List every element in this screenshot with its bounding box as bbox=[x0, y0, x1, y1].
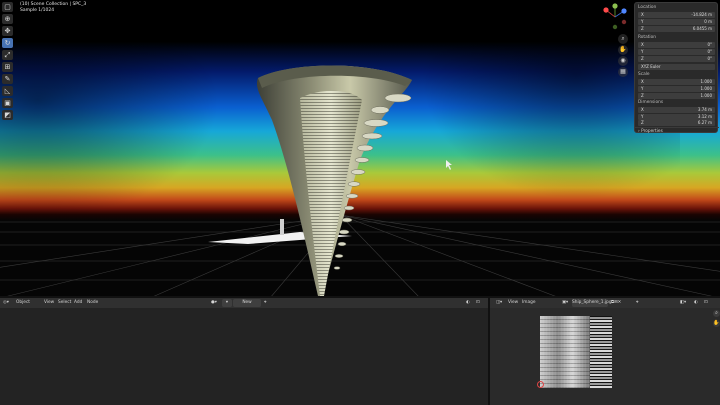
select-box-icon[interactable]: ▢ bbox=[2, 2, 13, 12]
overlay-icon[interactable]: ◐ bbox=[466, 300, 470, 306]
rotation-mode-select[interactable]: XYZ Euler bbox=[638, 64, 715, 70]
rotation-x-value: 0° bbox=[707, 42, 712, 47]
grid-icon[interactable]: ▦ bbox=[618, 67, 628, 77]
editor-type-icon[interactable]: ◎▾ bbox=[3, 300, 9, 306]
cursor-icon[interactable]: ⊕ bbox=[2, 14, 13, 24]
location-x-value: -14.824 m bbox=[691, 12, 712, 17]
item-properties-panel: Location X -14.824 m Y 0 m Z 6.0455 m Rotat… bbox=[634, 2, 719, 134]
rotation-y-field[interactable]: Y 0° bbox=[638, 49, 715, 55]
dimensions-x-field[interactable]: X 3.74 m bbox=[638, 107, 715, 113]
scale-z-field[interactable]: Z 1.000 bbox=[638, 93, 715, 99]
add-cube-icon[interactable]: ▣ bbox=[2, 98, 13, 108]
camera-icon[interactable]: ◉ bbox=[618, 56, 628, 66]
properties-section[interactable]: › Properties bbox=[635, 127, 719, 134]
menu-view[interactable]: View bbox=[508, 300, 518, 306]
2d-cursor-icon[interactable] bbox=[537, 381, 544, 388]
scale-label: Scale bbox=[638, 72, 650, 77]
floor-grid bbox=[0, 214, 720, 298]
navigation-gizmo[interactable] bbox=[600, 2, 630, 32]
scene-render bbox=[0, 65, 720, 298]
material-icon[interactable]: ●▾ bbox=[211, 300, 217, 306]
rotation-y-value: 0° bbox=[707, 49, 712, 54]
scene-info: (10) Scene Collection | SPC_3 bbox=[20, 2, 87, 7]
display-channels-icon[interactable]: ◧▾ bbox=[680, 300, 686, 306]
axis-label: X bbox=[641, 107, 644, 112]
menu-image[interactable]: Image bbox=[522, 300, 535, 306]
rotation-x-field[interactable]: X 0° bbox=[638, 42, 715, 48]
gizmo-toggle-icon[interactable]: ⊡ bbox=[704, 300, 708, 306]
properties-label: Properties bbox=[641, 129, 663, 134]
3d-viewport[interactable]: (10) Scene Collection | SPC_3 Sample 1/1… bbox=[0, 0, 720, 298]
annotate-icon[interactable]: ✎ bbox=[2, 74, 13, 84]
zoom-icon[interactable]: ⌕ bbox=[618, 34, 628, 44]
dimensions-label: Dimensions bbox=[638, 100, 664, 105]
menu-select[interactable]: Select bbox=[58, 300, 71, 306]
location-y-field[interactable]: Y 0 m bbox=[638, 19, 715, 25]
scale-z-value: 1.000 bbox=[700, 93, 712, 98]
image-datablock-icons[interactable]: ⧉⊞✕ bbox=[611, 300, 621, 306]
scale-y-value: 1.000 bbox=[700, 86, 712, 91]
pan-icon[interactable]: ✋ bbox=[618, 45, 628, 55]
mouse-pointer bbox=[446, 160, 452, 170]
shader-editor[interactable]: ◎▾ Object View Select Add Node ●▾ ▾ New … bbox=[0, 298, 488, 405]
location-z-value: 6.0455 m bbox=[692, 26, 712, 31]
image-browse-icon[interactable]: ▣▾ bbox=[562, 300, 568, 306]
scale-x-value: 1.000 bbox=[700, 79, 712, 84]
rotate-icon[interactable]: ↻ bbox=[2, 38, 13, 48]
location-label: Location bbox=[638, 5, 657, 10]
menu-node[interactable]: Node bbox=[87, 300, 98, 306]
axis-label: X bbox=[641, 42, 644, 47]
dimensions-z-value: 6.27 m bbox=[697, 120, 712, 125]
transform-icon[interactable]: ⊞ bbox=[2, 62, 13, 72]
measure-icon[interactable]: ◺ bbox=[2, 86, 13, 96]
image-editor-header: ◫▾ View Image ▣▾ Ship_Sphere_1.jpg ⧉⊞✕ ⌖… bbox=[490, 298, 720, 308]
axis-label: Y bbox=[641, 19, 644, 24]
editor-type-icon[interactable]: ◫▾ bbox=[496, 300, 502, 306]
new-material-button[interactable]: New bbox=[233, 299, 261, 307]
axis-label: Y bbox=[641, 49, 644, 54]
rotation-z-value: 0° bbox=[707, 56, 712, 61]
scale-icon[interactable]: ⤢ bbox=[2, 50, 13, 60]
axis-label: X bbox=[641, 79, 644, 84]
location-y-value: 0 m bbox=[704, 19, 712, 24]
shade-icon[interactable]: ◩ bbox=[2, 110, 13, 120]
tool-shelf: ▢ ⊕ ✥ ↻ ⤢ ⊞ ✎ ◺ ▣ ◩ bbox=[0, 0, 15, 122]
axis-label: Y bbox=[641, 86, 644, 91]
pin-icon[interactable]: ⌖ bbox=[264, 300, 266, 306]
scale-x-field[interactable]: X 1.000 bbox=[638, 79, 715, 85]
move-icon[interactable]: ✥ bbox=[2, 26, 13, 36]
rotation-label: Rotation bbox=[638, 35, 656, 40]
dimensions-x-value: 3.74 m bbox=[697, 107, 712, 112]
render-samples: Sample 1/1024 bbox=[20, 8, 55, 13]
image-name-field[interactable]: Ship_Sphere_1.jpg bbox=[572, 299, 612, 307]
slot-select[interactable]: ▾ bbox=[222, 299, 232, 307]
dimensions-z-field[interactable]: Z 6.27 m bbox=[638, 120, 715, 126]
pan-icon[interactable]: ✋ bbox=[713, 320, 720, 327]
axis-label: Z bbox=[641, 26, 644, 31]
zoom-icon[interactable]: ⌕ bbox=[713, 310, 720, 317]
axis-label: Z bbox=[641, 93, 644, 98]
scale-y-field[interactable]: Y 1.000 bbox=[638, 86, 715, 92]
menu-view[interactable]: View bbox=[44, 300, 54, 306]
menu-add[interactable]: Add bbox=[74, 300, 82, 306]
snap-icon[interactable]: ⊡ bbox=[476, 300, 480, 306]
rotation-z-field[interactable]: Z 0° bbox=[638, 56, 715, 62]
pin-icon[interactable]: ⌖ bbox=[636, 300, 638, 306]
location-z-field[interactable]: Z 6.0455 m bbox=[638, 26, 715, 32]
axis-label: Z bbox=[641, 120, 644, 125]
location-x-field[interactable]: X -14.824 m bbox=[638, 12, 715, 18]
axis-label: Z bbox=[641, 56, 644, 61]
overlay-icon[interactable]: ◐ bbox=[694, 300, 698, 306]
menu-object[interactable]: Object bbox=[16, 300, 30, 306]
axis-label: X bbox=[641, 12, 644, 17]
texture-detail-strip bbox=[590, 316, 612, 388]
shader-editor-header: ◎▾ Object View Select Add Node ●▾ ▾ New … bbox=[0, 298, 488, 308]
